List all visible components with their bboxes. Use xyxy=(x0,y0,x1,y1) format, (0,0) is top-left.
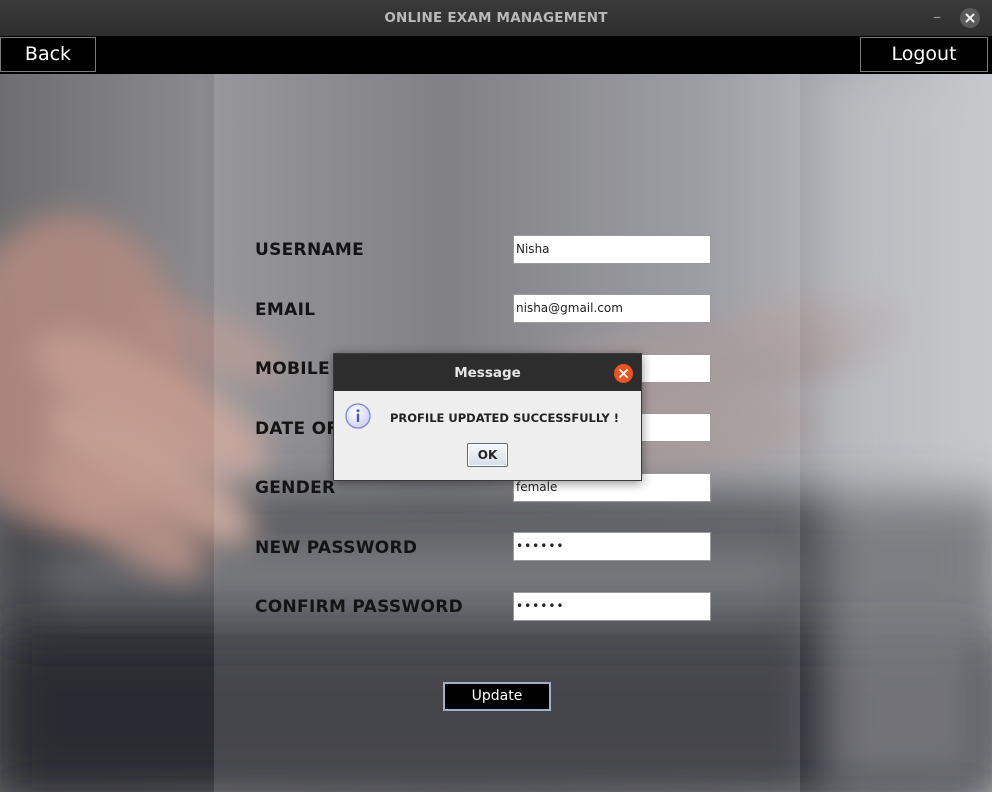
gender-label: GENDER xyxy=(255,478,336,498)
confirm-password-field[interactable]: •••••• xyxy=(513,592,711,621)
message-dialog: Message PROFILE UPDATED SUCCESSFULLY ! O… xyxy=(333,353,642,481)
ok-button[interactable]: OK xyxy=(467,443,508,467)
dialog-titlebar[interactable]: Message xyxy=(334,354,641,391)
update-button[interactable]: Update xyxy=(443,682,551,711)
minimize-icon[interactable]: – xyxy=(928,6,946,28)
username-label: USERNAME xyxy=(255,240,365,260)
app-window: ONLINE EXAM MANAGEMENT – Back Logout USE… xyxy=(0,0,992,792)
dialog-title: Message xyxy=(454,365,521,381)
date-of-birth-label: DATE OF xyxy=(255,419,339,439)
confirm-password-label: CONFIRM PASSWORD xyxy=(255,597,464,617)
info-icon xyxy=(345,403,371,429)
email-field[interactable]: nisha@gmail.com xyxy=(513,294,711,323)
email-label: EMAIL xyxy=(255,300,316,320)
new-password-label: NEW PASSWORD xyxy=(255,538,418,558)
dialog-close-icon[interactable] xyxy=(614,364,633,383)
top-toolbar: Back Logout xyxy=(0,36,992,74)
dialog-message: PROFILE UPDATED SUCCESSFULLY ! xyxy=(390,411,619,425)
close-icon[interactable] xyxy=(960,8,980,28)
window-titlebar[interactable]: ONLINE EXAM MANAGEMENT – xyxy=(0,0,992,36)
new-password-field[interactable]: •••••• xyxy=(513,532,711,561)
logout-button[interactable]: Logout xyxy=(860,37,988,72)
back-button[interactable]: Back xyxy=(0,37,96,72)
mobile-label: MOBILE xyxy=(255,359,330,379)
username-field[interactable]: Nisha xyxy=(513,235,711,264)
window-title: ONLINE EXAM MANAGEMENT xyxy=(384,10,608,26)
